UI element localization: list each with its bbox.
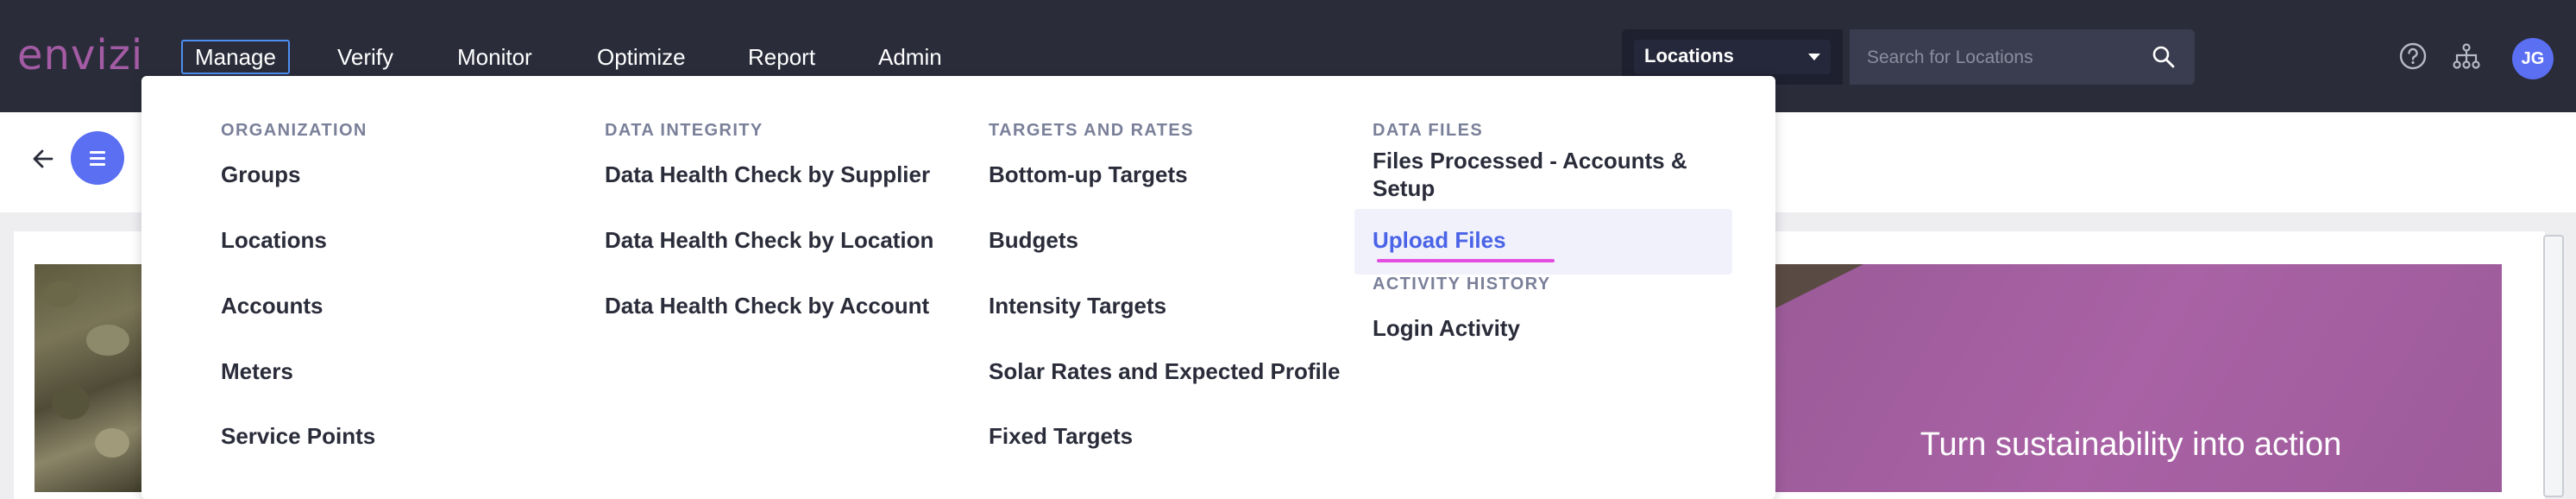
search-icon[interactable] [2152, 45, 2176, 69]
menu-item-budgets[interactable]: Budgets [989, 226, 1078, 254]
menu-item-locations[interactable]: Locations [221, 226, 327, 254]
menu-icon [90, 151, 105, 154]
search-box [1850, 29, 2195, 85]
selected-item-underline [1377, 259, 1555, 262]
hero-corner-shape [1760, 264, 1863, 316]
heading-activity-history: ACTIVITY HISTORY [1373, 275, 1551, 294]
menu-item-meters[interactable]: Meters [221, 357, 293, 385]
menu-item-login-activity[interactable]: Login Activity [1373, 314, 1520, 342]
forest-image [35, 264, 147, 492]
menu-item-groups[interactable]: Groups [221, 161, 300, 188]
menu-item-files-processed-line2: Setup [1373, 175, 1436, 201]
envizi-logo[interactable]: envizi [17, 31, 143, 79]
page-scrollbar[interactable] [2543, 235, 2564, 497]
manage-dropdown-menu: ORGANIZATION Groups Locations Accounts M… [141, 76, 1775, 499]
menu-item-solar-rates[interactable]: Solar Rates and Expected Profile [989, 357, 1340, 385]
nav-admin[interactable]: Admin [878, 41, 942, 73]
menu-item-intensity-targets[interactable]: Intensity Targets [989, 292, 1166, 319]
hero-title: Turn sustainability into action [1919, 426, 2342, 463]
search-input[interactable] [1865, 41, 2145, 74]
menu-button[interactable] [71, 131, 124, 185]
nav-report[interactable]: Report [748, 41, 815, 73]
nav-manage[interactable]: Manage [181, 40, 290, 74]
menu-item-health-check-supplier[interactable]: Data Health Check by Supplier [605, 161, 930, 188]
menu-item-health-check-account[interactable]: Data Health Check by Account [605, 292, 929, 319]
hero-banner: Turn sustainability into action [1760, 264, 2502, 492]
menu-item-files-processed[interactable]: Files Processed - Accounts & Setup [1373, 147, 1687, 202]
menu-item-bottom-up-targets[interactable]: Bottom-up Targets [989, 161, 1188, 188]
menu-item-fixed-targets[interactable]: Fixed Targets [989, 422, 1133, 450]
caret-down-icon [1808, 54, 1820, 60]
menu-item-health-check-location[interactable]: Data Health Check by Location [605, 226, 933, 254]
search-scope-dropdown[interactable]: Locations [1634, 40, 1831, 74]
heading-targets-and-rates: TARGETS AND RATES [989, 121, 1194, 140]
hierarchy-icon[interactable] [2452, 41, 2481, 71]
heading-organization: ORGANIZATION [221, 121, 368, 140]
heading-data-files: DATA FILES [1373, 121, 1484, 140]
menu-item-service-points[interactable]: Service Points [221, 422, 375, 450]
menu-item-files-processed-line1: Files Processed - Accounts & [1373, 148, 1687, 174]
heading-data-integrity: DATA INTEGRITY [605, 121, 763, 140]
menu-item-upload-files[interactable]: Upload Files [1373, 226, 1506, 254]
user-avatar[interactable]: JG [2512, 38, 2554, 79]
search-scope-value: Locations [1644, 45, 1734, 66]
help-icon[interactable] [2398, 41, 2428, 71]
nav-monitor[interactable]: Monitor [457, 41, 532, 73]
menu-item-accounts[interactable]: Accounts [221, 292, 323, 319]
back-arrow-icon[interactable] [29, 145, 57, 173]
nav-verify[interactable]: Verify [337, 41, 393, 73]
nav-optimize[interactable]: Optimize [597, 41, 686, 73]
